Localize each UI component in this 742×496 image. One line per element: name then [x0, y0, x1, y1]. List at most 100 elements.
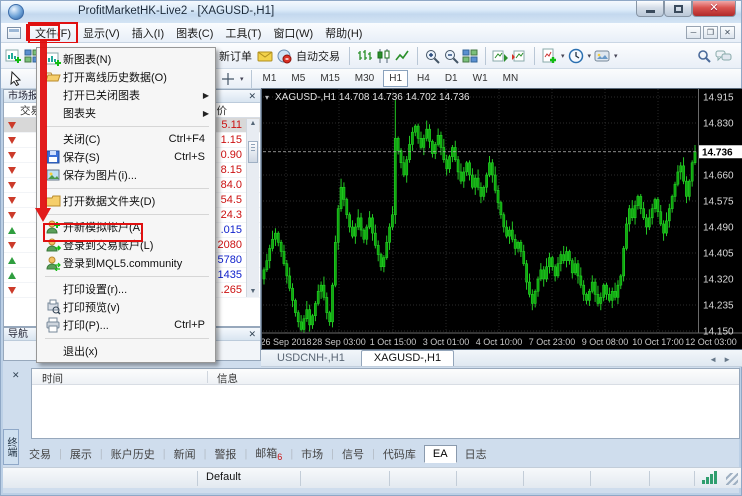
zoom-out-icon[interactable] — [442, 47, 461, 65]
autotrading-icon[interactable] — [275, 47, 294, 65]
market-watch-close-icon[interactable]: ✕ — [248, 90, 256, 103]
menu-窗口(W)[interactable]: 窗口(W) — [267, 23, 319, 43]
terminal-tab-展示[interactable]: 展示 — [62, 444, 100, 464]
column-message[interactable]: 信息 — [217, 371, 238, 386]
terminal-side-tab[interactable]: 终端 — [3, 429, 19, 465]
bid-price: 54.5 — [221, 194, 242, 206]
terminal-tab-EA[interactable]: EA — [424, 445, 457, 463]
zoom-in-icon[interactable] — [423, 47, 442, 65]
navigator-close-icon[interactable]: ✕ — [248, 328, 256, 341]
periods-dropdown-icon[interactable]: ▾ — [588, 52, 592, 60]
file-menu-item[interactable]: 关闭(C)Ctrl+F4 — [37, 130, 215, 148]
menu-显示(V)[interactable]: 显示(V) — [77, 23, 126, 43]
file-menu-item[interactable]: 打开已关闭图表▶ — [37, 86, 215, 104]
chart-window[interactable]: 14.91514.83014.74514.66014.57514.49014.4… — [261, 88, 742, 350]
indicators-icon[interactable] — [540, 47, 559, 65]
market-watch-scrollbar[interactable]: ▲ ▼ — [246, 119, 259, 297]
tab-scroll-right-icon[interactable]: ► — [723, 355, 737, 364]
profile-indicator[interactable]: Default — [198, 471, 301, 486]
templates-dropdown-icon[interactable]: ▾ — [614, 52, 618, 60]
file-menu-item[interactable]: 保存为图片(i)... — [37, 166, 215, 184]
indicators-dropdown-icon[interactable]: ▾ — [561, 52, 565, 60]
svg-text:14.575: 14.575 — [703, 197, 734, 208]
terminal-tab-警报[interactable]: 警报 — [206, 444, 244, 464]
scroll-up-icon[interactable]: ▲ — [247, 119, 259, 129]
file-menu-item[interactable]: 打印预览(v) — [37, 298, 215, 316]
chart-window-icon[interactable] — [7, 27, 21, 39]
scroll-down-icon[interactable]: ▼ — [247, 287, 259, 297]
timeframe-MN[interactable]: MN — [497, 70, 525, 87]
file-menu-item[interactable]: 保存(S)Ctrl+S — [37, 148, 215, 166]
cursor-icon[interactable] — [6, 70, 25, 88]
maximize-button[interactable] — [664, 1, 692, 17]
menu-帮助(H)[interactable]: 帮助(H) — [319, 23, 368, 43]
terminal-tab-信号[interactable]: 信号 — [334, 444, 372, 464]
child-minimize-button[interactable]: ─ — [686, 26, 701, 39]
candlestick-chart-icon[interactable] — [374, 47, 393, 65]
tab-scroll-left-icon[interactable]: ◄ — [709, 355, 723, 364]
bid-price: 84.0 — [221, 179, 242, 191]
terminal-tab-交易[interactable]: 交易 — [21, 444, 59, 464]
file-menu-item[interactable]: 打开离线历史数据(O) — [37, 68, 215, 86]
line-chart-icon[interactable] — [393, 47, 412, 65]
auto-scroll-icon[interactable] — [491, 47, 510, 65]
menu-图表(C)[interactable]: 图表(C) — [170, 23, 219, 43]
terminal-tab-代码库[interactable]: 代码库 — [375, 444, 424, 464]
terminal-close-icon[interactable]: ✕ — [12, 370, 20, 381]
new-chart-icon[interactable] — [4, 47, 23, 65]
title-bar[interactable]: ProfitMarketHK-Live2 - [XAGUSD-,H1] ✕ — [1, 1, 741, 23]
chart-tab-XAGUSD-,H1[interactable]: XAGUSD-,H1 — [361, 350, 454, 366]
timeframe-W1[interactable]: W1 — [467, 70, 494, 87]
price-down-icon — [8, 122, 16, 129]
terminal-tab-日志[interactable]: 日志 — [457, 444, 495, 464]
bar-chart-icon[interactable] — [355, 47, 374, 65]
periods-icon[interactable] — [567, 47, 586, 65]
chart-tab-USDCNH-,H1[interactable]: USDCNH-,H1 — [265, 351, 357, 366]
child-restore-button[interactable]: ❐ — [703, 26, 718, 39]
close-button[interactable]: ✕ — [692, 1, 736, 17]
mailbox-icon[interactable] — [256, 47, 275, 65]
timeframe-M1[interactable]: M1 — [257, 70, 283, 87]
file-menu-item[interactable]: 打印设置(r)... — [37, 280, 215, 298]
price-down-icon — [8, 182, 16, 189]
terminal-tab-账户历史[interactable]: 账户历史 — [103, 444, 163, 464]
svg-text:14.490: 14.490 — [703, 223, 734, 234]
resize-grip[interactable] — [726, 473, 738, 485]
menu-item-label: 关闭(C) — [63, 131, 100, 147]
file-menu-item[interactable]: 打开数据文件夹(D) — [37, 192, 215, 210]
menu-插入(I)[interactable]: 插入(I) — [126, 23, 170, 43]
timeframe-M5[interactable]: M5 — [285, 70, 311, 87]
timeframe-H4[interactable]: H4 — [411, 70, 436, 87]
terminal-tab-邮箱[interactable]: 邮箱6 — [247, 443, 290, 464]
file-menu-item[interactable]: 图表夹▶ — [37, 104, 215, 122]
file-menu-item[interactable]: 登录到MQL5.community — [37, 254, 215, 272]
timeframe-M30[interactable]: M30 — [349, 70, 380, 87]
search-icon[interactable] — [695, 47, 714, 65]
chart-shift-icon[interactable] — [510, 47, 529, 65]
autotrading-button[interactable]: 自动交易 — [296, 48, 340, 64]
file-menu-item[interactable]: 新图表(N) — [37, 50, 215, 68]
terminal-tab-市场[interactable]: 市场 — [293, 444, 331, 464]
menu-separator — [37, 334, 215, 342]
column-time[interactable]: 时间 — [42, 371, 63, 386]
tile-windows-icon[interactable] — [461, 47, 480, 65]
new-order-button[interactable]: 新订单 — [219, 48, 252, 64]
line-studies-dropdown-icon[interactable]: ▾ — [240, 75, 244, 83]
scrollbar-thumb[interactable] — [248, 141, 258, 163]
child-close-button[interactable]: ✕ — [720, 26, 735, 39]
timeframe-D1[interactable]: D1 — [439, 70, 464, 87]
menu-工具(T)[interactable]: 工具(T) — [219, 23, 267, 43]
terminal-tab-新闻[interactable]: 新闻 — [166, 444, 204, 464]
bid-price: .015 — [221, 224, 242, 236]
minimize-button[interactable] — [636, 1, 664, 17]
timeframe-M15[interactable]: M15 — [314, 70, 345, 87]
crosshair-icon[interactable] — [219, 70, 238, 88]
templates-icon[interactable] — [593, 47, 612, 65]
menu-item-label: 保存为图片(i)... — [63, 167, 137, 183]
chat-icon[interactable] — [714, 47, 733, 65]
price-chart[interactable]: 14.91514.83014.74514.66014.57514.49014.4… — [262, 89, 742, 349]
bid-price: 0.90 — [221, 149, 242, 161]
timeframe-H1[interactable]: H1 — [383, 70, 408, 87]
file-menu-item[interactable]: 打印(P)...Ctrl+P — [37, 316, 215, 334]
file-menu-item[interactable]: 退出(x) — [37, 342, 215, 360]
